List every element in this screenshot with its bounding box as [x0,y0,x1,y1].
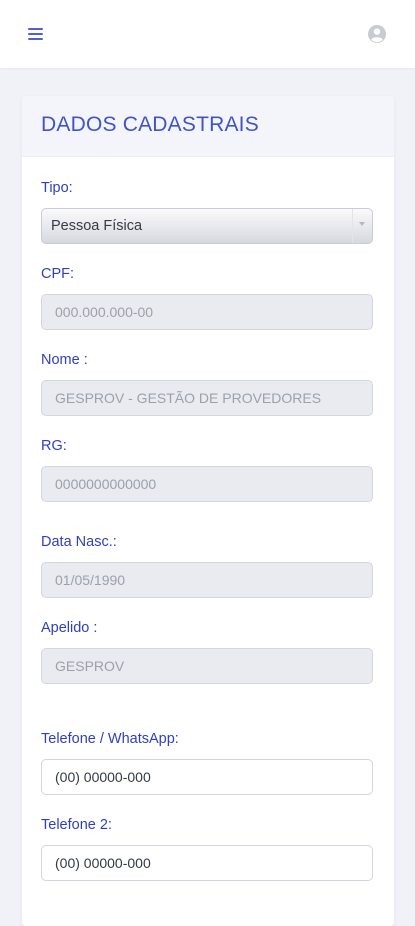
apelido-field[interactable]: GESPROV [41,648,373,684]
rg-label: RG: [41,438,67,454]
top-bar [0,0,415,68]
tipo-label: Tipo: [41,180,73,196]
telefone2-field[interactable]: (00) 00000-000 [41,845,373,881]
rg-field[interactable]: 0000000000000 [41,466,373,502]
cpf-field[interactable]: 000.000.000-00 [41,294,373,330]
menu-icon[interactable] [28,28,43,40]
card-header: DADOS CADASTRAIS [22,96,394,157]
user-circle-icon[interactable] [367,24,387,44]
cpf-label: CPF: [41,266,75,282]
data-nasc-label: Data Nasc.: [41,534,117,550]
telefone2-label: Telefone 2: [41,817,112,833]
nome-label: Nome : [41,352,88,368]
apelido-label: Apelido : [41,620,98,636]
chevron-down-icon [352,209,372,243]
tipo-select-value: Pessoa Física [51,218,143,234]
card-title: DADOS CADASTRAIS [41,113,259,136]
telefone-whatsapp-field[interactable]: (00) 00000-000 [41,759,373,795]
tipo-select[interactable]: Pessoa Física [41,208,373,244]
registration-card: DADOS CADASTRAIS Tipo: Pessoa Física CPF… [22,96,394,926]
nome-field[interactable]: GESPROV - GESTÃO DE PROVEDORES [41,380,373,416]
data-nasc-field[interactable]: 01/05/1990 [41,562,373,598]
telefone-whatsapp-label: Telefone / WhatsApp: [41,731,179,747]
